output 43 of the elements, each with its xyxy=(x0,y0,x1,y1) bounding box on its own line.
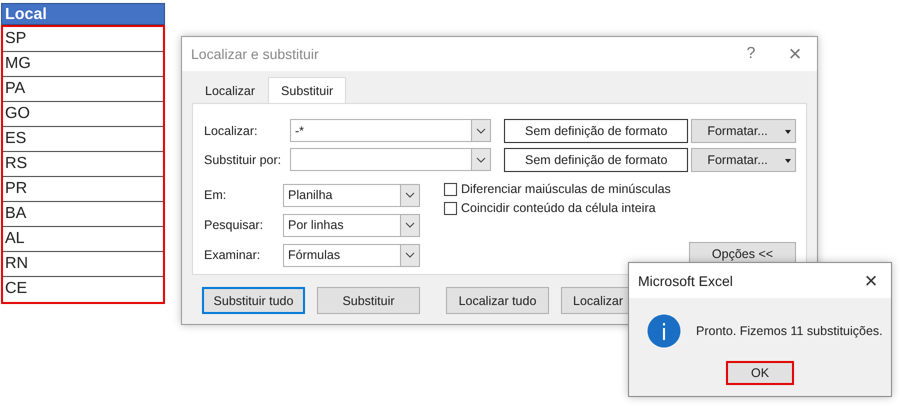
table-cell[interactable]: MG xyxy=(3,52,163,77)
table-cell[interactable]: SP xyxy=(3,27,163,52)
field-label: Examinar: xyxy=(204,248,262,262)
dialog-button[interactable]: Substituir tudo xyxy=(202,287,305,314)
window-title: Localizar e substituir xyxy=(191,46,320,62)
dialog-button[interactable]: Substituir xyxy=(317,287,420,314)
format-button[interactable]: Formatar... xyxy=(691,148,796,172)
message-text: Pronto. Fizemos 11 substituições. xyxy=(696,324,883,338)
ok-button[interactable]: OK xyxy=(726,361,794,385)
dropdown[interactable]: Planilha xyxy=(283,184,420,206)
dropdown[interactable]: Por linhas xyxy=(283,214,420,236)
field-label: Pesquisar: xyxy=(204,218,264,232)
table-cell[interactable]: RS xyxy=(3,152,163,177)
table-cell[interactable]: PA xyxy=(3,77,163,102)
checkbox[interactable] xyxy=(444,202,457,214)
close-button[interactable]: × xyxy=(773,41,817,67)
format-preview: Sem definição de formato xyxy=(504,148,688,172)
info-icon xyxy=(647,314,681,348)
field-label: Localizar: xyxy=(204,124,258,138)
table-cell[interactable]: AL xyxy=(3,227,163,252)
input-field[interactable]: -* xyxy=(290,119,492,142)
checkbox-label: Coincidir conteúdo da célula inteira xyxy=(461,201,656,215)
table-cell[interactable]: ES xyxy=(3,127,163,152)
table-cell[interactable]: BA xyxy=(3,202,163,227)
dropdown[interactable]: Fórmulas xyxy=(283,244,420,266)
tab[interactable]: Substituir xyxy=(268,77,346,103)
checkbox[interactable] xyxy=(444,182,457,196)
format-preview: Sem definição de formato xyxy=(504,118,688,142)
checkbox-label: Diferenciar maiúsculas de minúsculas xyxy=(461,182,671,196)
tab[interactable]: Localizar xyxy=(192,79,268,103)
table-cell[interactable]: PR xyxy=(3,177,163,202)
dialog-button[interactable]: Localizar tudo xyxy=(446,287,549,314)
table-cell[interactable]: GO xyxy=(3,102,163,127)
help-button[interactable]: ? xyxy=(729,45,773,63)
table-cell[interactable]: RN xyxy=(3,252,163,277)
format-button[interactable]: Formatar... xyxy=(691,118,796,142)
table-cell[interactable]: CE xyxy=(3,277,163,302)
field-label: Substituir por: xyxy=(204,152,282,166)
window-title: Microsoft Excel xyxy=(638,272,734,288)
close-button[interactable]: × xyxy=(851,268,891,294)
field-label: Em: xyxy=(204,188,228,202)
input-field[interactable] xyxy=(290,148,492,171)
column-header: Local xyxy=(1,3,165,25)
